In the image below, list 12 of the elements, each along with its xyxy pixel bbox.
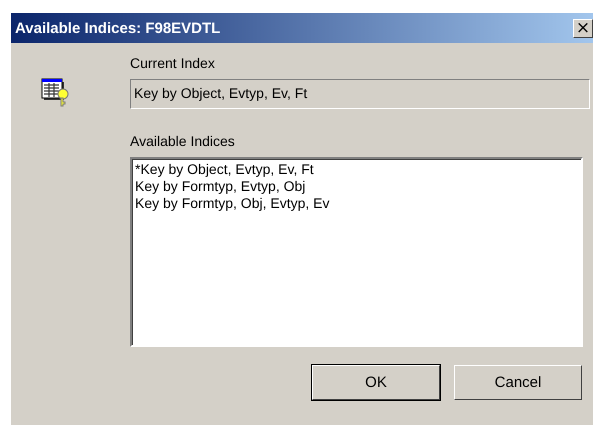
list-item[interactable]: Key by Formtyp, Evtyp, Obj [135,178,578,195]
ok-button[interactable]: OK [312,365,440,400]
close-button[interactable]: × [573,18,593,38]
current-index-field: Key by Object, Evtyp, Ev, Ft [130,79,590,109]
current-index-label: Current Index [130,55,216,73]
window-title: Available Indices: F98EVDTL [15,20,220,36]
table-key-icon [41,77,71,107]
available-indices-label: Available Indices [130,133,236,151]
list-item[interactable]: *Key by Object, Evtyp, Ev, Ft [135,161,578,178]
cancel-button[interactable]: Cancel [454,365,582,400]
list-item[interactable]: Key by Formtyp, Obj, Evtyp, Ev [135,195,578,212]
indices-list[interactable]: *Key by Object, Evtyp, Ev, Ft Key by Formtyp, Evtyp, Obj Key by Formtyp, Obj, Evtyp, Ev [130,157,583,347]
